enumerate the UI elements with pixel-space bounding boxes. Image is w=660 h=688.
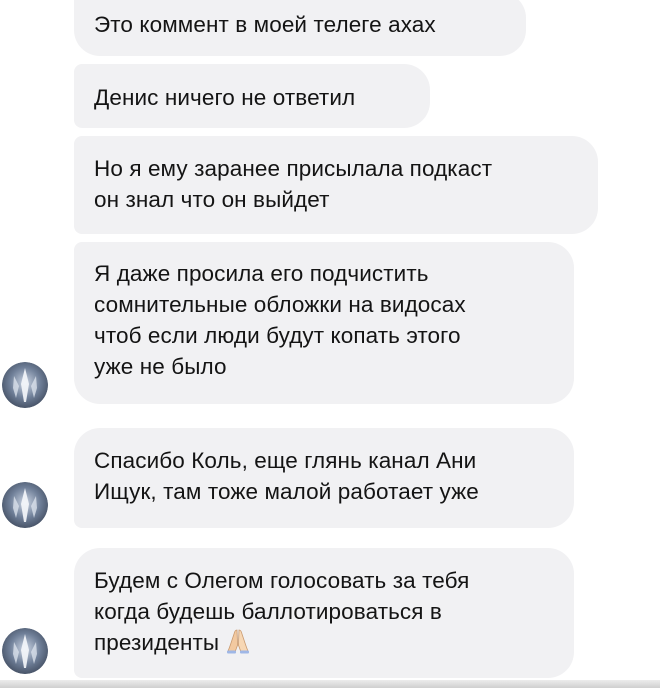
message-text-line: когда будешь баллотироваться в (94, 599, 442, 624)
folded-hands-icon (225, 628, 251, 662)
bottom-divider (0, 680, 660, 688)
message-bubble[interactable]: Спасибо Коль, еще глянь канал Ани Ищук, … (74, 428, 574, 528)
message-text-line: Спасибо Коль, еще глянь канал Ани (94, 448, 477, 473)
avatar-icon[interactable] (2, 362, 48, 408)
message-text-line: уже не было (94, 354, 227, 379)
message-text-line: Ищук, там тоже малой работает уже (94, 479, 479, 504)
message-text-line: чтоб если люди будут копать этого (94, 323, 461, 348)
message-bubble[interactable]: Я даже просила его подчистить сомнительн… (74, 242, 574, 404)
message-text-line: он знал что он выйдет (94, 187, 330, 212)
avatar-icon[interactable] (2, 628, 48, 674)
message-text: президенты (94, 630, 220, 655)
message-text-line: Это коммент в моей телеге ахах (94, 12, 436, 37)
chat-thread: Это коммент в моей телеге ахах Денис нич… (0, 0, 660, 688)
avatar-icon[interactable] (2, 482, 48, 528)
message-text-line: Я даже просила его подчистить (94, 261, 429, 286)
message-text-line: сомнительные обложки на видосах (94, 292, 466, 317)
message-bubble[interactable]: Денис ничего не ответил (74, 64, 430, 128)
message-bubble[interactable]: Но я ему заранее присылала подкаст он зн… (74, 136, 598, 234)
message-text-line: Будем с Олегом голосовать за тебя (94, 568, 470, 593)
message-bubble[interactable]: Будем с Олегом голосовать за тебя когда … (74, 548, 574, 678)
message-text-line: Денис ничего не ответил (94, 85, 356, 110)
message-text-line: Но я ему заранее присылала подкаст (94, 156, 493, 181)
message-text-line: президенты (94, 627, 552, 662)
message-bubble[interactable]: Это коммент в моей телеге ахах (74, 0, 526, 56)
